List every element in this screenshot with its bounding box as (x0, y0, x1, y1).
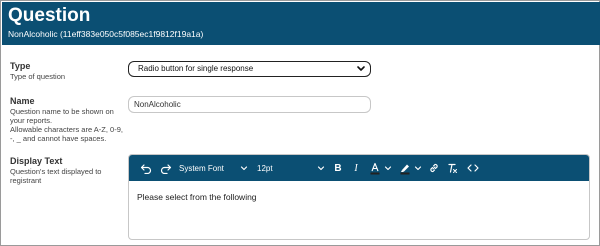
chevron-down-icon (413, 155, 423, 181)
clear-format-icon[interactable] (445, 155, 459, 181)
type-label: Type (10, 61, 31, 71)
display-text-label: Display Text (10, 156, 63, 166)
editor-content[interactable]: Please select from the following (137, 192, 257, 202)
chevron-down-icon (315, 155, 327, 181)
name-description-1: Question name to be shown on (10, 107, 114, 116)
display-text-description-1: Question's text displayed to (10, 167, 102, 176)
name-description-2: your reports. (10, 116, 53, 125)
panel-header: Question NonAlcoholic (11eff383e050c5f08… (2, 2, 600, 45)
display-text-editor: System Font 12pt B I Please select from … (128, 154, 590, 240)
font-family-value: System Font (179, 163, 224, 173)
question-name-input[interactable]: NonAlcoholic (128, 96, 371, 113)
display-text-description-2: registrant (10, 176, 42, 185)
editor-toolbar: System Font 12pt B I (129, 155, 589, 181)
question-type-selected: Radio button for single response (138, 64, 254, 73)
name-label: Name (10, 96, 35, 106)
chevron-down-icon (238, 155, 250, 181)
italic-icon[interactable]: I (349, 155, 363, 181)
link-icon[interactable] (427, 155, 441, 181)
bold-icon[interactable]: B (331, 155, 345, 181)
redo-icon[interactable] (157, 155, 175, 181)
chevron-down-icon (383, 155, 393, 181)
question-panel: Question NonAlcoholic (11eff383e050c5f08… (0, 0, 600, 246)
type-description: Type of question (10, 72, 66, 81)
chevron-down-icon (356, 62, 366, 75)
font-size-value: 12pt (257, 163, 273, 173)
font-size-select[interactable]: 12pt (257, 155, 317, 181)
text-color-icon[interactable] (367, 155, 383, 181)
page-title: Question (8, 5, 91, 26)
code-icon[interactable] (465, 155, 481, 181)
undo-icon[interactable] (137, 155, 155, 181)
name-description-3: Allowable characters are A-Z, 0-9, (10, 125, 123, 134)
name-description-4: -, _ and cannot have spaces. (10, 134, 107, 143)
question-id-subtitle: NonAlcoholic (11eff383e050c5f085ec1f9812… (8, 29, 204, 39)
question-type-select[interactable]: Radio button for single response (128, 61, 371, 77)
highlight-icon[interactable] (397, 155, 413, 181)
